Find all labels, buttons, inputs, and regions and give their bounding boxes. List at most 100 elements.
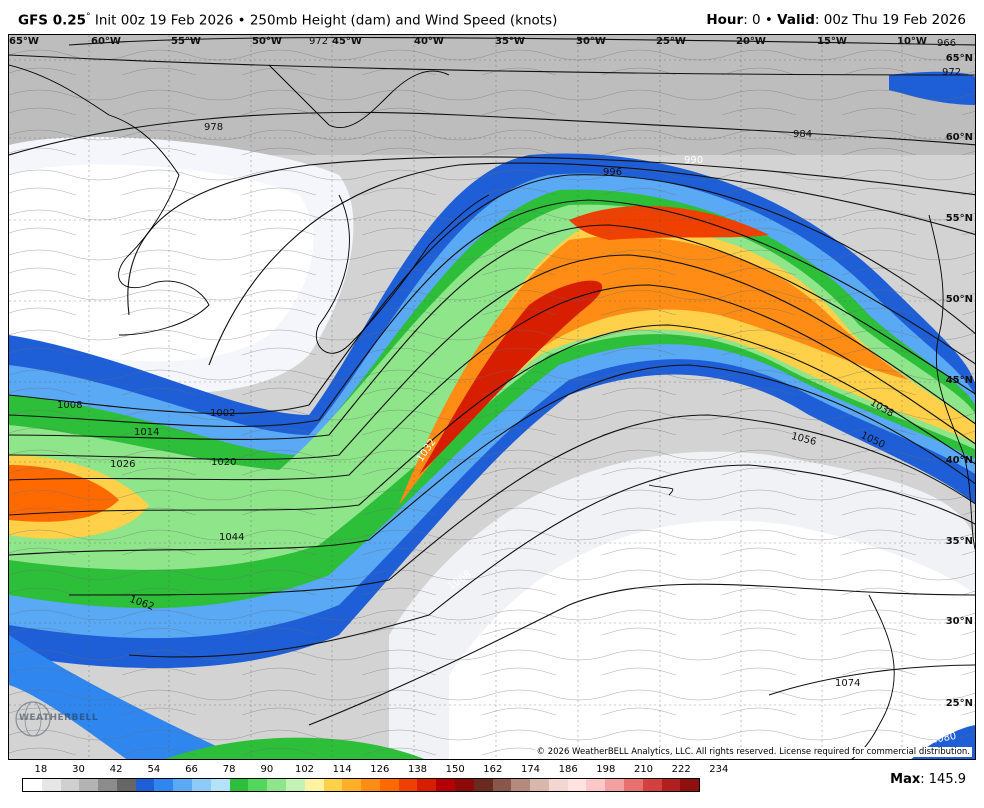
colorbar-swatch bbox=[41, 779, 61, 791]
colorbar-tick-label: 126 bbox=[370, 764, 390, 775]
lon-label-45w: 45°W bbox=[332, 36, 362, 47]
colorbar-tick-label: 54 bbox=[147, 764, 161, 775]
colorbar-tick-label: 90 bbox=[260, 764, 274, 775]
colorbar-swatch bbox=[116, 779, 136, 791]
map-title: GFS 0.25° Init 00z 19 Feb 2026 • 250mb H… bbox=[18, 12, 557, 29]
weatherbell-logo: WEATHERBELL bbox=[13, 699, 101, 739]
weather-map[interactable]: 65°W 60°W 55°W 50°W 45°W 40°W 35°W 30°W … bbox=[8, 34, 976, 760]
lat-label-50n: 50°N bbox=[945, 294, 973, 305]
colorbar-swatch bbox=[154, 779, 174, 791]
header-bar: GFS 0.25° Init 00z 19 Feb 2026 • 250mb H… bbox=[0, 0, 984, 34]
logo-text: WEATHERBELL bbox=[19, 713, 99, 723]
colorbar-tick-label: 138 bbox=[407, 764, 428, 775]
colorbar-swatch bbox=[323, 779, 343, 791]
colorbar-swatch bbox=[267, 779, 286, 791]
lon-label-30w: 30°W bbox=[576, 36, 606, 47]
colorbar-swatch bbox=[248, 779, 268, 791]
lat-label-55n: 55°N bbox=[945, 213, 973, 224]
hour-value: : 0 • bbox=[743, 12, 778, 28]
colorbar-swatch bbox=[492, 779, 512, 791]
model-name: GFS 0.25 bbox=[18, 12, 87, 29]
lat-label-65n: 65°N bbox=[945, 53, 973, 64]
lon-label-10w: 10°W bbox=[897, 36, 927, 47]
colorbar-tick-label: 210 bbox=[633, 764, 654, 775]
lon-label-15w: 15°W bbox=[817, 36, 847, 47]
colorbar-swatch bbox=[661, 779, 681, 791]
max-label: Max bbox=[890, 772, 921, 787]
map-graphic bbox=[9, 35, 975, 759]
colorbar-tick-label: 162 bbox=[483, 764, 503, 775]
contour-label: 966 bbox=[937, 38, 957, 49]
colorbar-swatch bbox=[173, 779, 193, 791]
colorbar-swatch bbox=[23, 779, 42, 791]
contour-label: 990 bbox=[684, 155, 704, 166]
lon-label-35w: 35°W bbox=[495, 36, 525, 47]
lat-label-25n: 25°N bbox=[945, 698, 973, 709]
contour-label: 978 bbox=[204, 122, 224, 133]
colorbar-swatch bbox=[605, 779, 624, 791]
lon-label-50w: 50°W bbox=[252, 36, 282, 47]
colorbar-swatch bbox=[511, 779, 531, 791]
wind-speed-colorbar bbox=[22, 778, 700, 792]
lat-label-35n: 35°N bbox=[945, 536, 973, 547]
colorbar-swatch bbox=[304, 779, 324, 791]
colorbar-tick-label: 234 bbox=[709, 764, 729, 775]
colorbar-tick-label: 66 bbox=[185, 764, 198, 775]
colorbar-swatch bbox=[548, 779, 568, 791]
contour-label: 972 bbox=[942, 67, 962, 78]
contour-label: 1014 bbox=[134, 427, 160, 438]
colorbar-swatch bbox=[135, 779, 155, 791]
lon-label-40w: 40°W bbox=[414, 36, 444, 47]
colorbar-tick-label: 102 bbox=[294, 764, 315, 775]
colorbar-tick-label: 78 bbox=[222, 764, 236, 775]
colorbar-tick-label: 18 bbox=[34, 764, 48, 775]
colorbar-swatch bbox=[417, 779, 437, 791]
lat-label-30n: 30°N bbox=[945, 616, 973, 627]
colorbar-swatch bbox=[192, 779, 211, 791]
lon-label-65w: 65°W bbox=[9, 36, 39, 47]
valid-label: Valid bbox=[777, 12, 815, 28]
lon-label-60w: 60°W bbox=[91, 36, 121, 47]
lat-label-40n: 40°N bbox=[945, 455, 973, 466]
lat-label-45n: 45°N bbox=[945, 375, 973, 386]
colorbar-tick-label: 30 bbox=[72, 764, 85, 775]
contour-label: 1026 bbox=[110, 459, 136, 470]
colorbar-tick-label: 186 bbox=[558, 764, 578, 775]
colorbar-tick-label: 222 bbox=[671, 764, 691, 775]
valid-value: : 00z Thu 19 Feb 2026 bbox=[814, 12, 966, 28]
colorbar-tick-label: 42 bbox=[109, 764, 123, 775]
colorbar-swatch bbox=[624, 779, 643, 791]
colorbar-swatch bbox=[642, 779, 662, 791]
colorbar-swatch bbox=[436, 779, 455, 791]
colorbar-swatch bbox=[285, 779, 305, 791]
colorbar-swatch bbox=[229, 779, 249, 791]
colorbar-swatch bbox=[586, 779, 606, 791]
colorbar-swatch bbox=[342, 779, 362, 791]
contour-label: 1044 bbox=[219, 532, 245, 543]
colorbar-swatch bbox=[379, 779, 399, 791]
colorbar-swatch bbox=[79, 779, 99, 791]
contour-label: 1002 bbox=[210, 408, 236, 419]
hour-label: Hour bbox=[706, 12, 744, 28]
max-wind-readout: Max: 145.9 bbox=[890, 772, 966, 787]
init-description: Init 00z 19 Feb 2026 • 250mb Height (dam… bbox=[90, 12, 558, 29]
colorbar-tick-label: 150 bbox=[445, 764, 465, 775]
colorbar-swatch bbox=[361, 779, 380, 791]
contour-label: 1074 bbox=[835, 678, 861, 689]
contour-label: 984 bbox=[793, 129, 813, 140]
valid-time: Hour: 0 • Valid: 00z Thu 19 Feb 2026 bbox=[706, 12, 966, 28]
colorbar-tick-label: 198 bbox=[596, 764, 616, 775]
lon-label-55w: 55°W bbox=[171, 36, 201, 47]
contour-label: 1008 bbox=[57, 400, 83, 411]
colorbar-swatch bbox=[454, 779, 474, 791]
colorbar-swatch bbox=[398, 779, 418, 791]
max-value: : 145.9 bbox=[920, 772, 966, 787]
contour-label: 972 bbox=[309, 36, 329, 47]
lon-label-25w: 25°W bbox=[656, 36, 686, 47]
colorbar-swatch bbox=[680, 779, 700, 791]
lat-label-60n: 60°N bbox=[945, 132, 973, 143]
colorbar-swatch bbox=[473, 779, 493, 791]
colorbar-swatch bbox=[98, 779, 117, 791]
colorbar-ticks: 18 30 42 54 66 78 90 102 114 126 138 150 162 174 186 19… bbox=[0, 764, 984, 778]
lon-label-20w: 20°W bbox=[736, 36, 766, 47]
